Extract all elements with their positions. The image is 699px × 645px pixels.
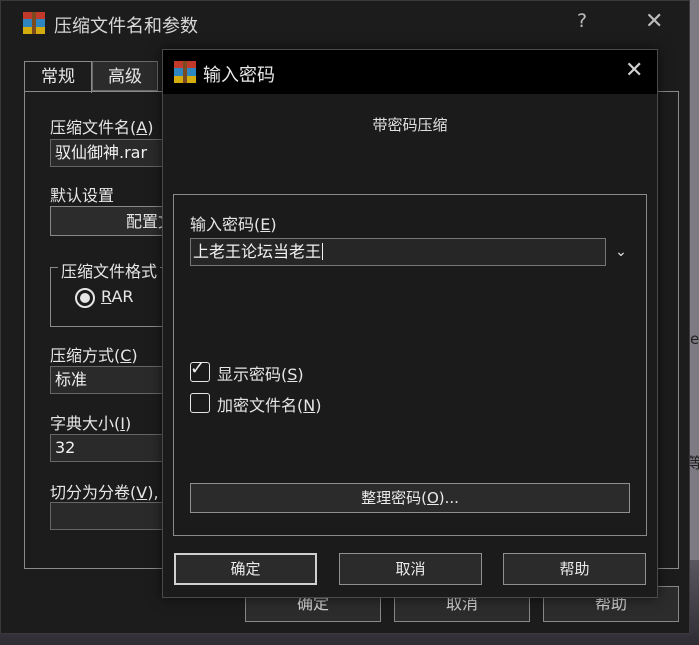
help-button[interactable]: 帮助 [503, 553, 646, 585]
split-volumes-field[interactable] [50, 502, 180, 530]
tab-general[interactable]: 常规 [24, 61, 92, 93]
split-volumes-label: 切分为分卷(V), [50, 483, 159, 502]
winrar-app-icon [23, 12, 45, 34]
rar-format-label: RAR [101, 287, 134, 306]
window-title: 压缩文件名和参数 [54, 16, 198, 37]
archive-name-field[interactable]: 驭仙御神.rar [50, 139, 180, 167]
show-password-checkbox[interactable]: ✓ [190, 358, 210, 382]
tab-advanced[interactable]: 高级 [92, 61, 158, 91]
chevron-down-icon[interactable]: ⌄ [611, 238, 631, 266]
default-settings-label: 默认设置 [50, 186, 115, 205]
password-label: 输入密码(E) [190, 215, 277, 234]
password-combobox[interactable]: 上老王论坛当老王 ⌄ [190, 238, 631, 266]
compression-method-label: 压缩方式(C) [50, 346, 138, 365]
password-input[interactable]: 上老王论坛当老王 [190, 238, 606, 266]
password-group: 输入密码(E) 上老王论坛当老王 ⌄ ✓ 显示密码(S) 加密文件名(N) 整理… [173, 194, 647, 536]
ok-button[interactable]: 确定 [174, 553, 317, 585]
rar-format-radio[interactable] [75, 288, 95, 308]
wallpaper-text-fragment: e [690, 330, 699, 348]
organize-passwords-button[interactable]: 整理密码(O)... [190, 483, 630, 513]
title-bar: 输入密码 ✕ [163, 50, 657, 94]
archive-name-label: 压缩文件名(A) [50, 118, 154, 137]
dictionary-size-select[interactable]: 32 [50, 434, 180, 462]
dialog-subtitle: 带密码压缩 [372, 116, 448, 134]
title-bar: 压缩文件名和参数 ? ✕ [1, 1, 689, 45]
checkmark-icon: ✓ [190, 358, 206, 379]
encrypt-file-names-label[interactable]: 加密文件名(N) [217, 392, 321, 416]
profiles-button[interactable]: 配置文 [50, 206, 180, 236]
enter-password-dialog: 输入密码 ✕ 带密码压缩 输入密码(E) 上老王论坛当老王 ⌄ ✓ 显示密码(S… [162, 49, 658, 598]
dialog-title: 输入密码 [203, 65, 275, 86]
cancel-button[interactable]: 取消 [339, 553, 482, 585]
close-icon[interactable]: ✕ [645, 9, 663, 34]
show-password-label[interactable]: 显示密码(S) [217, 361, 304, 385]
help-question-icon[interactable]: ? [577, 10, 587, 32]
archive-format-group-label: 压缩文件格式 [58, 258, 161, 282]
compression-method-select[interactable]: 标准 [50, 366, 180, 394]
encrypt-file-names-checkbox[interactable] [190, 393, 210, 413]
close-icon[interactable]: ✕ [625, 58, 643, 83]
dictionary-size-label: 字典大小(I) [50, 414, 132, 433]
winrar-app-icon [174, 61, 196, 83]
text-caret [322, 243, 324, 260]
